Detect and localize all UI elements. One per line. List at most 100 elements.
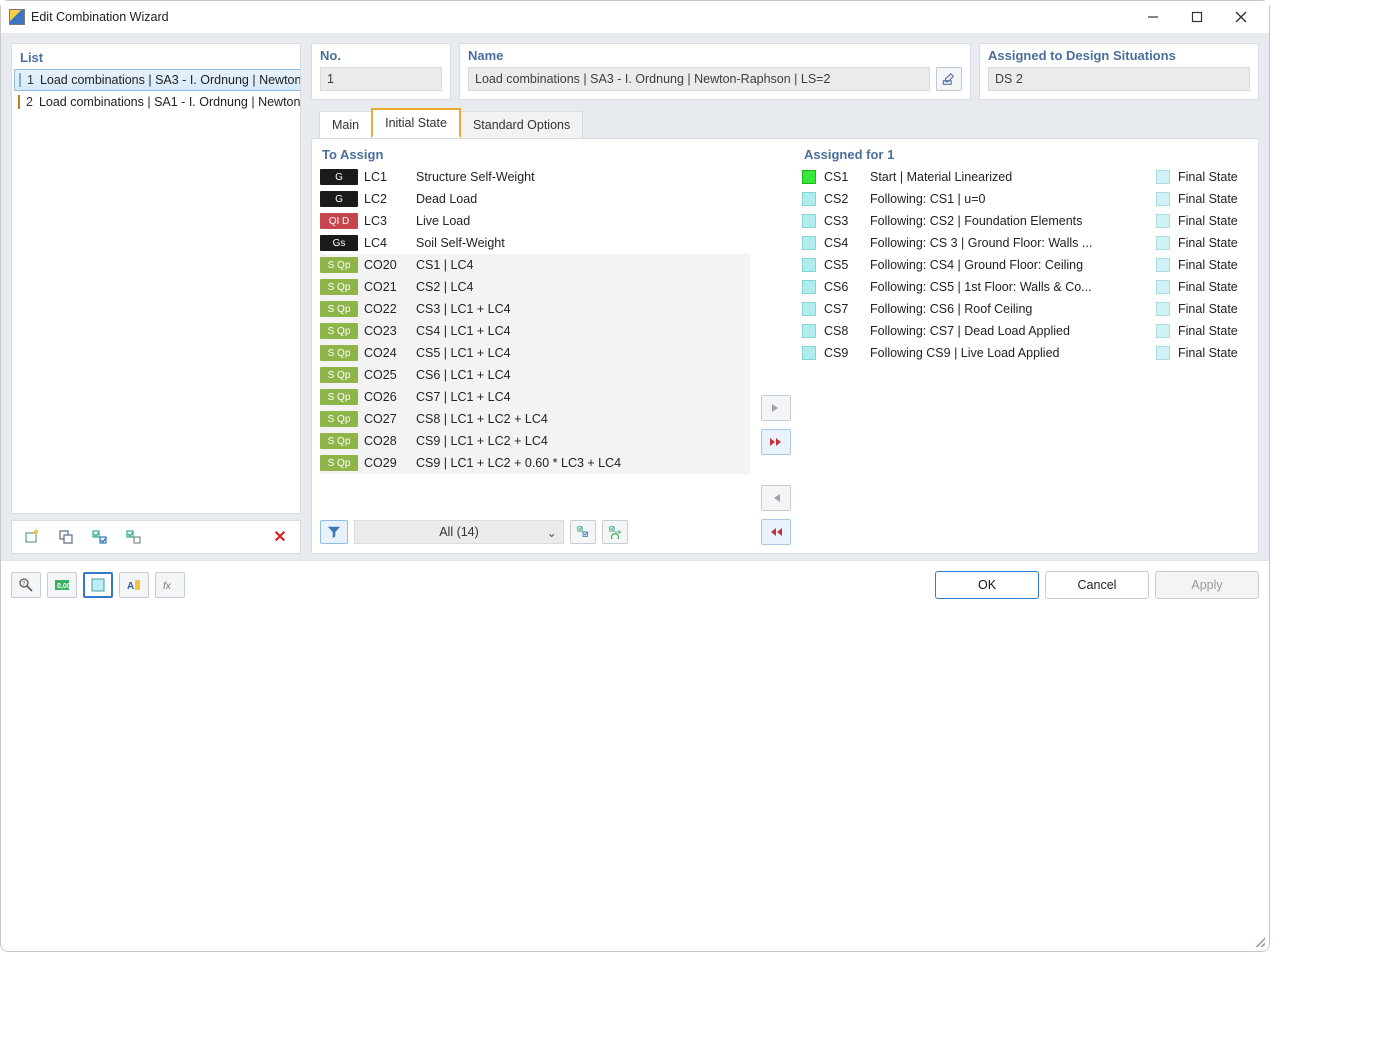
assigned-row[interactable]: CS5 Following: CS4 | Ground Floor: Ceili… xyxy=(802,254,1250,276)
assigned-desc: Following: CS1 | u=0 xyxy=(870,192,1148,206)
move-left-button[interactable] xyxy=(761,485,791,511)
assign-row[interactable]: S Qp CO21 CS2 | LC4 xyxy=(320,276,750,298)
move-all-left-button[interactable] xyxy=(761,519,791,545)
assign-row[interactable]: S Qp CO27 CS8 | LC1 + LC2 + LC4 xyxy=(320,408,750,430)
uncheck-all-button[interactable] xyxy=(120,525,148,549)
assign-code: CO22 xyxy=(364,302,410,316)
state-swatch xyxy=(802,324,816,338)
fx-button[interactable]: fx xyxy=(155,572,185,598)
name-field[interactable]: Load combinations | SA3 - I. Ordnung | N… xyxy=(468,67,930,91)
category-badge: Gs xyxy=(320,235,358,251)
move-all-right-button[interactable] xyxy=(761,429,791,455)
assign-code: CO26 xyxy=(364,390,410,404)
assigned-desc: Following: CS6 | Roof Ceiling xyxy=(870,302,1148,316)
assigned-row[interactable]: CS6 Following: CS5 | 1st Floor: Walls & … xyxy=(802,276,1250,298)
assign-row[interactable]: S Qp CO20 CS1 | LC4 xyxy=(320,254,750,276)
assign-row[interactable]: S Qp CO25 CS6 | LC1 + LC4 xyxy=(320,364,750,386)
assign-code: CO27 xyxy=(364,412,410,426)
close-button[interactable] xyxy=(1219,3,1263,31)
assigned-row[interactable]: CS1 Start | Material Linearized Final St… xyxy=(802,166,1250,188)
filter-button[interactable] xyxy=(320,520,348,544)
final-state-label: Final State xyxy=(1178,258,1250,272)
assign-code: CO28 xyxy=(364,434,410,448)
assign-desc: Dead Load xyxy=(416,192,740,206)
category-badge: S Qp xyxy=(320,389,358,405)
category-badge: S Qp xyxy=(320,323,358,339)
category-badge: S Qp xyxy=(320,279,358,295)
minimize-button[interactable] xyxy=(1131,3,1175,31)
color-mode-button[interactable] xyxy=(83,572,113,598)
final-swatch xyxy=(1156,258,1170,272)
no-label: No. xyxy=(320,48,442,67)
assign-row[interactable]: QI D LC3 Live Load xyxy=(320,210,750,232)
assign-row[interactable]: S Qp CO29 CS9 | LC1 + LC2 + 0.60 * LC3 +… xyxy=(320,452,750,474)
move-right-button[interactable] xyxy=(761,395,791,421)
deselect-all-button[interactable] xyxy=(602,520,628,544)
final-state-label: Final State xyxy=(1178,192,1250,206)
tab-initial-state[interactable]: Initial State xyxy=(371,108,461,138)
window-title: Edit Combination Wizard xyxy=(31,10,1131,24)
category-badge: S Qp xyxy=(320,301,358,317)
assign-desc: Structure Self-Weight xyxy=(416,170,740,184)
list-row[interactable]: 2 Load combinations | SA1 - I. Ordnung |… xyxy=(12,91,300,113)
assigned-list[interactable]: CS1 Start | Material Linearized Final St… xyxy=(802,166,1250,545)
assign-row[interactable]: S Qp CO26 CS7 | LC1 + LC4 xyxy=(320,386,750,408)
help-button[interactable]: ? xyxy=(11,572,41,598)
check-all-button[interactable] xyxy=(86,525,114,549)
list-label: List xyxy=(12,48,300,69)
assigned-row[interactable]: CS8 Following: CS7 | Dead Load Applied F… xyxy=(802,320,1250,342)
new-item-button[interactable] xyxy=(18,525,46,549)
assigned-desc: Following CS9 | Live Load Applied xyxy=(870,346,1148,360)
assign-desc: CS6 | LC1 + LC4 xyxy=(416,368,740,382)
category-badge: S Qp xyxy=(320,345,358,361)
assign-row[interactable]: S Qp CO28 CS9 | LC1 + LC2 + LC4 xyxy=(320,430,750,452)
final-state-label: Final State xyxy=(1178,170,1250,184)
tab-main[interactable]: Main xyxy=(319,111,372,138)
assigned-desc: Following: CS7 | Dead Load Applied xyxy=(870,324,1148,338)
assigned-row[interactable]: CS9 Following CS9 | Live Load Applied Fi… xyxy=(802,342,1250,364)
assign-desc: CS4 | LC1 + LC4 xyxy=(416,324,740,338)
final-state-label: Final State xyxy=(1178,236,1250,250)
select-all-button[interactable] xyxy=(570,520,596,544)
tab-standard-options[interactable]: Standard Options xyxy=(460,111,583,138)
tab-bar: MainInitial StateStandard Options xyxy=(311,108,1259,138)
assign-row[interactable]: G LC2 Dead Load xyxy=(320,188,750,210)
assigned-row[interactable]: CS2 Following: CS1 | u=0 Final State xyxy=(802,188,1250,210)
list-row-text: Load combinations | SA3 - I. Ordnung | N… xyxy=(40,73,300,87)
state-swatch xyxy=(802,170,816,184)
assign-row[interactable]: Gs LC4 Soil Self-Weight xyxy=(320,232,750,254)
text-tool-button[interactable]: A xyxy=(119,572,149,598)
assigned-row[interactable]: CS3 Following: CS2 | Foundation Elements… xyxy=(802,210,1250,232)
assign-row[interactable]: G LC1 Structure Self-Weight xyxy=(320,166,750,188)
delete-button[interactable]: ✕ xyxy=(266,525,294,549)
assigned-row[interactable]: CS4 Following: CS 3 | Ground Floor: Wall… xyxy=(802,232,1250,254)
assign-code: CO23 xyxy=(364,324,410,338)
to-assign-list[interactable]: G LC1 Structure Self-WeightG LC2 Dead Lo… xyxy=(320,166,750,515)
apply-button[interactable]: Apply xyxy=(1155,571,1259,599)
assigned-desc: Start | Material Linearized xyxy=(870,170,1148,184)
assigned-row[interactable]: CS7 Following: CS6 | Roof Ceiling Final … xyxy=(802,298,1250,320)
final-swatch xyxy=(1156,170,1170,184)
assign-code: CO29 xyxy=(364,456,410,470)
edit-name-button[interactable] xyxy=(936,67,962,91)
assign-row[interactable]: S Qp CO22 CS3 | LC1 + LC4 xyxy=(320,298,750,320)
design-field[interactable]: DS 2 xyxy=(988,67,1250,91)
copy-item-button[interactable] xyxy=(52,525,80,549)
list-items[interactable]: 1 Load combinations | SA3 - I. Ordnung |… xyxy=(12,69,300,509)
assigned-code: CS5 xyxy=(824,258,862,272)
assign-row[interactable]: S Qp CO24 CS5 | LC1 + LC4 xyxy=(320,342,750,364)
ok-button[interactable]: OK xyxy=(935,571,1039,599)
assign-row[interactable]: S Qp CO23 CS4 | LC1 + LC4 xyxy=(320,320,750,342)
state-swatch xyxy=(802,192,816,206)
cancel-button[interactable]: Cancel xyxy=(1045,571,1149,599)
resize-grip[interactable] xyxy=(1253,935,1265,947)
filter-select[interactable]: All (14) ⌄ xyxy=(354,520,564,544)
list-row[interactable]: 1 Load combinations | SA3 - I. Ordnung |… xyxy=(14,69,300,91)
units-button[interactable]: 0,00 xyxy=(47,572,77,598)
assign-desc: CS1 | LC4 xyxy=(416,258,740,272)
color-swatch xyxy=(19,73,21,87)
no-field[interactable]: 1 xyxy=(320,67,442,91)
maximize-button[interactable] xyxy=(1175,3,1219,31)
final-swatch xyxy=(1156,302,1170,316)
assigned-code: CS3 xyxy=(824,214,862,228)
